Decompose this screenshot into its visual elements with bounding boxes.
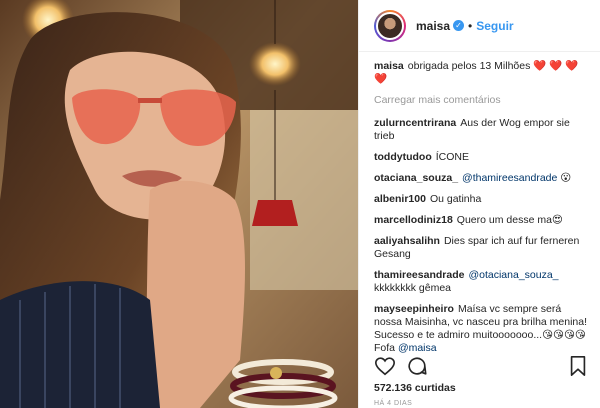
likes-count[interactable]: 572.136 curtidas (374, 382, 456, 394)
follow-button[interactable]: Seguir (476, 19, 513, 33)
caption-text: obrigada pelos 13 Milhões (407, 60, 531, 72)
post-header: maisa ✓ • Seguir (359, 0, 600, 52)
selfie-image (0, 0, 358, 408)
list-item: marcellodiniz18 Quero um desse ma😍 (374, 214, 590, 227)
comment-text: 😮 (560, 172, 572, 184)
list-item: zulurncentrirana Aus der Wog empor sie tr… (374, 117, 590, 143)
comment-username[interactable]: albenir100 (374, 193, 426, 205)
comment-username[interactable]: zulurncentrirana (374, 117, 456, 129)
avatar[interactable] (374, 9, 406, 42)
comments-list: maisa obrigada pelos 13 Milhões ❤️ ❤️ ❤️ … (374, 60, 590, 363)
comment-icon[interactable] (406, 355, 428, 377)
comment-text: Quero um desse ma😍 (456, 214, 563, 226)
comment-text: ÍCONE (435, 151, 469, 163)
verified-icon: ✓ (453, 20, 465, 31)
comment-text: kkkkkkkk gêmea (374, 282, 452, 294)
list-item: thamireesandrade @otaciana_souza_ kkkkkkk… (374, 269, 590, 295)
list-item: otaciana_souza_ @thamireesandrade 😮 (374, 172, 590, 185)
comment-username[interactable]: toddytudoo (374, 151, 432, 163)
heart-icon[interactable] (374, 355, 396, 377)
post-photo[interactable] (0, 0, 358, 408)
side-panel: maisa ✓ • Seguir maisa obrigada pelos 13 … (358, 0, 600, 408)
comment-username[interactable]: aaliyahsalihn (374, 235, 440, 247)
list-item: mayseepinheiro Maísa vc sempre será nossa… (374, 303, 590, 355)
comment-username[interactable]: otaciana_souza_ (374, 172, 458, 184)
load-more-comments-button[interactable]: Carregar mais comentários (374, 94, 590, 107)
comment-mention[interactable]: @otaciana_souza_ (468, 269, 558, 281)
comment-username[interactable]: marcellodiniz18 (374, 214, 453, 226)
comment-text: Ou gatinha (429, 193, 482, 205)
header-username[interactable]: maisa (416, 19, 450, 33)
caption: maisa obrigada pelos 13 Milhões ❤️ ❤️ ❤️ … (374, 60, 590, 86)
action-bar (374, 355, 588, 381)
caption-username[interactable]: maisa (374, 60, 404, 72)
comment-username[interactable]: mayseepinheiro (374, 303, 454, 315)
bookmark-icon[interactable] (568, 355, 588, 377)
list-item: toddytudoo ÍCONE (374, 151, 590, 164)
list-item: aaliyahsalihn Dies spar ich auf fur ferne… (374, 235, 590, 261)
post-timestamp: HÁ 4 DIAS (374, 400, 413, 407)
separator-dot: • (468, 18, 473, 33)
comment-username[interactable]: thamireesandrade (374, 269, 464, 281)
instagram-post: maisa ✓ • Seguir maisa obrigada pelos 13 … (0, 0, 600, 408)
comment-mention[interactable]: @thamireesandrade (462, 172, 557, 184)
list-item: albenir100 Ou gatinha (374, 193, 590, 206)
comment-mention[interactable]: @maisa (398, 342, 437, 354)
